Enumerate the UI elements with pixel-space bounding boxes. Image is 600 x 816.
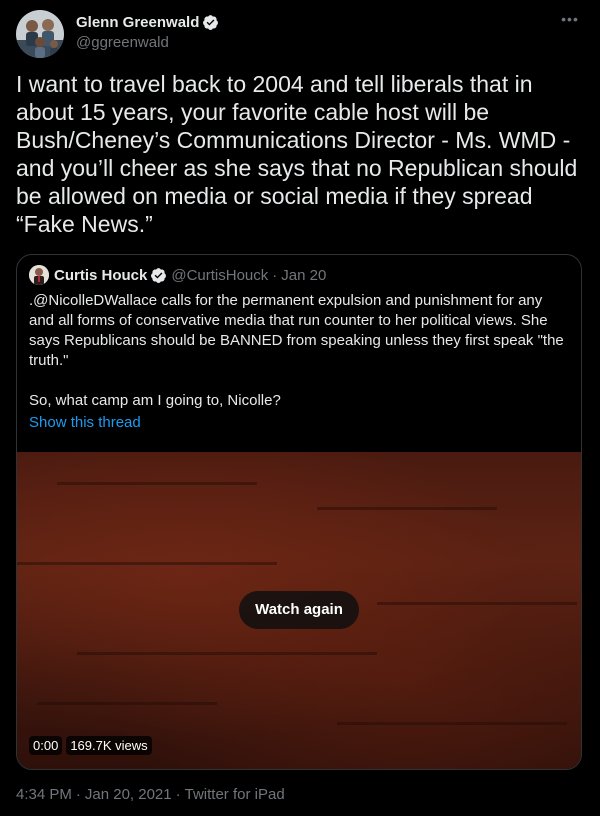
author-avatar[interactable] — [16, 10, 64, 58]
video-player[interactable]: Watch again 0:00 169.7K views — [17, 452, 581, 769]
author-handle[interactable]: @ggreenwald — [76, 34, 219, 51]
quoted-author-handle: @CurtisHouck — [171, 266, 269, 284]
tweet-source[interactable]: Twitter for iPad — [185, 786, 285, 803]
author-name-block: Glenn Greenwald @ggreenwald — [76, 12, 219, 51]
verified-badge-icon — [202, 14, 219, 31]
tweet-header: Glenn Greenwald @ggreenwald ••• — [16, 10, 584, 60]
quoted-tweet-text: .@NicolleDWallace calls for the permanen… — [29, 292, 564, 409]
show-thread-link[interactable]: Show this thread — [29, 414, 141, 431]
video-views: 169.7K views — [66, 735, 152, 755]
video-time: 0:00 — [29, 735, 63, 755]
quoted-tweet[interactable]: Curtis Houck @CurtisHouck · Jan 20 .@Nic… — [16, 254, 582, 770]
watch-again-button[interactable]: Watch again — [239, 591, 359, 629]
quoted-author-display-name: Curtis Houck — [54, 266, 148, 284]
more-options-icon[interactable]: ••• — [560, 12, 580, 30]
quoted-separator: · — [272, 266, 278, 284]
author-name-row: Glenn Greenwald — [76, 12, 219, 32]
quoted-tweet-header: Curtis Houck @CurtisHouck · Jan 20 — [29, 265, 326, 285]
tweet-footer: 4:34 PM · Jan 20, 2021 · Twitter for iPa… — [16, 786, 285, 803]
quoted-author-avatar[interactable] — [29, 265, 49, 285]
tweet-date[interactable]: Jan 20, 2021 — [85, 786, 172, 803]
footer-separator: · — [75, 786, 81, 803]
video-meta: 0:00 169.7K views — [29, 735, 152, 755]
tweet-time[interactable]: 4:34 PM — [16, 786, 72, 803]
quoted-date: Jan 20 — [281, 266, 327, 284]
quoted-verified-badge-icon — [151, 267, 167, 283]
footer-separator-2: · — [175, 786, 181, 803]
tweet-text: I want to travel back to 2004 and tell l… — [16, 71, 578, 237]
tweet: Glenn Greenwald @ggreenwald ••• I want t… — [0, 0, 600, 816]
author-display-name[interactable]: Glenn Greenwald — [76, 14, 199, 31]
